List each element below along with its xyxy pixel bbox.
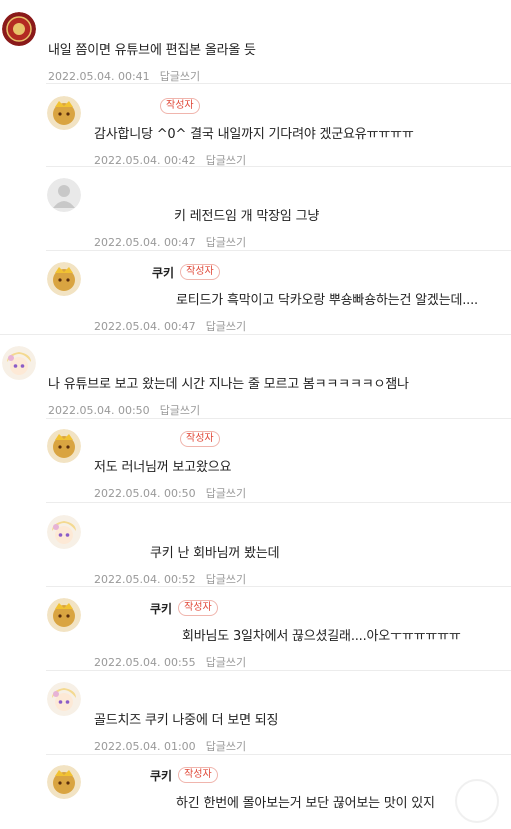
- cookie-crown-avatar[interactable]: [47, 429, 81, 463]
- divider: [46, 83, 511, 84]
- reply-link[interactable]: 답글쓰기: [206, 740, 246, 753]
- comment-item: 키 레전드임 개 막장임 그냥 2022.05.04. 00:47 답글쓰기: [46, 178, 511, 250]
- comment-meta: 2022.05.04. 00:52 답글쓰기: [94, 571, 246, 587]
- cookie-crown-avatar[interactable]: [47, 598, 81, 632]
- comment-meta: 2022.05.04. 00:41 답글쓰기: [48, 68, 200, 84]
- reply-link[interactable]: 답글쓰기: [160, 70, 200, 83]
- emblem-avatar[interactable]: [2, 12, 36, 46]
- comment-item: 쿠키 난 회바님꺼 봤는데 2022.05.04. 00:52 답글쓰기: [46, 515, 511, 587]
- divider: [46, 166, 511, 167]
- comment-meta: 2022.05.04. 00:50 답글쓰기: [94, 485, 246, 501]
- comment-date: 2022.05.04. 01:00: [94, 740, 196, 753]
- comment-text: 쿠키 난 회바님꺼 봤는데: [150, 546, 280, 561]
- author-badge: 작성자: [180, 431, 220, 447]
- comment-text: 회바님도 3일차에서 끊으셨길래....아오ㅜㅠㅠㅠㅠㅠ: [182, 629, 461, 644]
- divider: [46, 754, 511, 755]
- comment-author-nick[interactable]: 쿠키: [152, 264, 174, 281]
- comment-item: 쿠키 작성자 하긴 한번에 몰아보는거 보단 끊어보는 맛이 있지: [46, 765, 511, 829]
- reply-link[interactable]: 답글쓰기: [206, 236, 246, 249]
- comment-meta: 2022.05.04. 00:55 답글쓰기: [94, 654, 246, 670]
- reply-link[interactable]: 답글쓰기: [206, 320, 246, 333]
- comment-text: 로티드가 흑막이고 닥카오랑 뿌숑빠숑하는건 알겠는데....: [176, 293, 478, 308]
- comment-text: 내일 쯤이면 유튜브에 편집본 올라올 듯: [48, 43, 256, 58]
- comment-item: 내일 쯤이면 유튜브에 편집본 올라올 듯 2022.05.04. 00:41 답…: [0, 12, 511, 84]
- comment-date: 2022.05.04. 00:47: [94, 236, 196, 249]
- comment-meta: 2022.05.04. 00:47 답글쓰기: [94, 318, 246, 334]
- reply-link[interactable]: 답글쓰기: [206, 487, 246, 500]
- comment-text: 하긴 한번에 몰아보는거 보단 끊어보는 맛이 있지: [176, 796, 435, 811]
- comment-item: 나 유튜브로 보고 왔는데 시간 지나는 줄 모르고 봄ㅋㅋㅋㅋㅋㅇ잼나 202…: [0, 346, 511, 418]
- comment-meta: 2022.05.04. 00:47 답글쓰기: [94, 234, 246, 250]
- comment-item: 쿠키 작성자 회바님도 3일차에서 끊으셨길래....아오ㅜㅠㅠㅠㅠㅠ 2022…: [46, 598, 511, 670]
- cookie-girl-avatar[interactable]: [2, 346, 36, 380]
- reply-link[interactable]: 답글쓰기: [206, 656, 246, 669]
- divider: [46, 250, 511, 251]
- divider: [46, 670, 511, 671]
- comment-text: 골드치즈 쿠키 나중에 더 보면 되징: [94, 713, 279, 728]
- comment-meta: 2022.05.04. 00:50 답글쓰기: [48, 402, 200, 418]
- comment-date: 2022.05.04. 00:50: [94, 487, 196, 500]
- author-badge: 작성자: [178, 600, 218, 616]
- comment-date: 2022.05.04. 00:50: [48, 404, 150, 417]
- reply-link[interactable]: 답글쓰기: [160, 404, 200, 417]
- comment-item: 쿠키 작성자 로티드가 흑막이고 닥카오랑 뿌숑빠숑하는건 알겠는데.... 2…: [46, 262, 511, 334]
- cookie-crown-avatar[interactable]: [47, 96, 81, 130]
- comment-date: 2022.05.04. 00:41: [48, 70, 150, 83]
- comment-text: 저도 러너님꺼 보고왔으요: [94, 460, 232, 475]
- cookie-crown-avatar[interactable]: [47, 262, 81, 296]
- reply-link[interactable]: 답글쓰기: [206, 573, 246, 586]
- comment-text: 나 유튜브로 보고 왔는데 시간 지나는 줄 모르고 봄ㅋㅋㅋㅋㅋㅇ잼나: [48, 377, 409, 392]
- comment-item: 골드치즈 쿠키 나중에 더 보면 되징 2022.05.04. 01:00 답글쓰…: [46, 682, 511, 754]
- cookie-crown-avatar[interactable]: [47, 765, 81, 799]
- comment-date: 2022.05.04. 00:55: [94, 656, 196, 669]
- comment-author-nick[interactable]: 쿠키: [150, 767, 172, 784]
- divider: [46, 502, 511, 503]
- comment-text: 감사합니당 ^0^ 결국 내일까지 기다려야 겠군요유ㅠㅠㅠㅠ: [94, 127, 414, 142]
- comment-item: 작성자 감사합니당 ^0^ 결국 내일까지 기다려야 겠군요유ㅠㅠㅠㅠ 2022…: [46, 96, 511, 167]
- comment-date: 2022.05.04. 00:52: [94, 573, 196, 586]
- divider: [0, 334, 511, 335]
- divider: [46, 418, 511, 419]
- author-badge: 작성자: [178, 767, 218, 783]
- comment-text: 키 레전드임 개 막장임 그냥: [174, 209, 320, 224]
- comment-item: 작성자 저도 러너님꺼 보고왔으요 2022.05.04. 00:50 답글쓰기: [46, 429, 511, 501]
- comment-date: 2022.05.04. 00:47: [94, 320, 196, 333]
- divider: [46, 586, 511, 587]
- cookie-girl-avatar[interactable]: [47, 515, 81, 549]
- author-badge: 작성자: [160, 98, 200, 114]
- comment-author-nick[interactable]: 쿠키: [150, 600, 172, 617]
- default-user-avatar[interactable]: [47, 178, 81, 212]
- author-badge: 작성자: [180, 264, 220, 280]
- watermark-icon: [455, 779, 499, 823]
- cookie-girl-avatar[interactable]: [47, 682, 81, 716]
- comment-meta: 2022.05.04. 01:00 답글쓰기: [94, 738, 246, 754]
